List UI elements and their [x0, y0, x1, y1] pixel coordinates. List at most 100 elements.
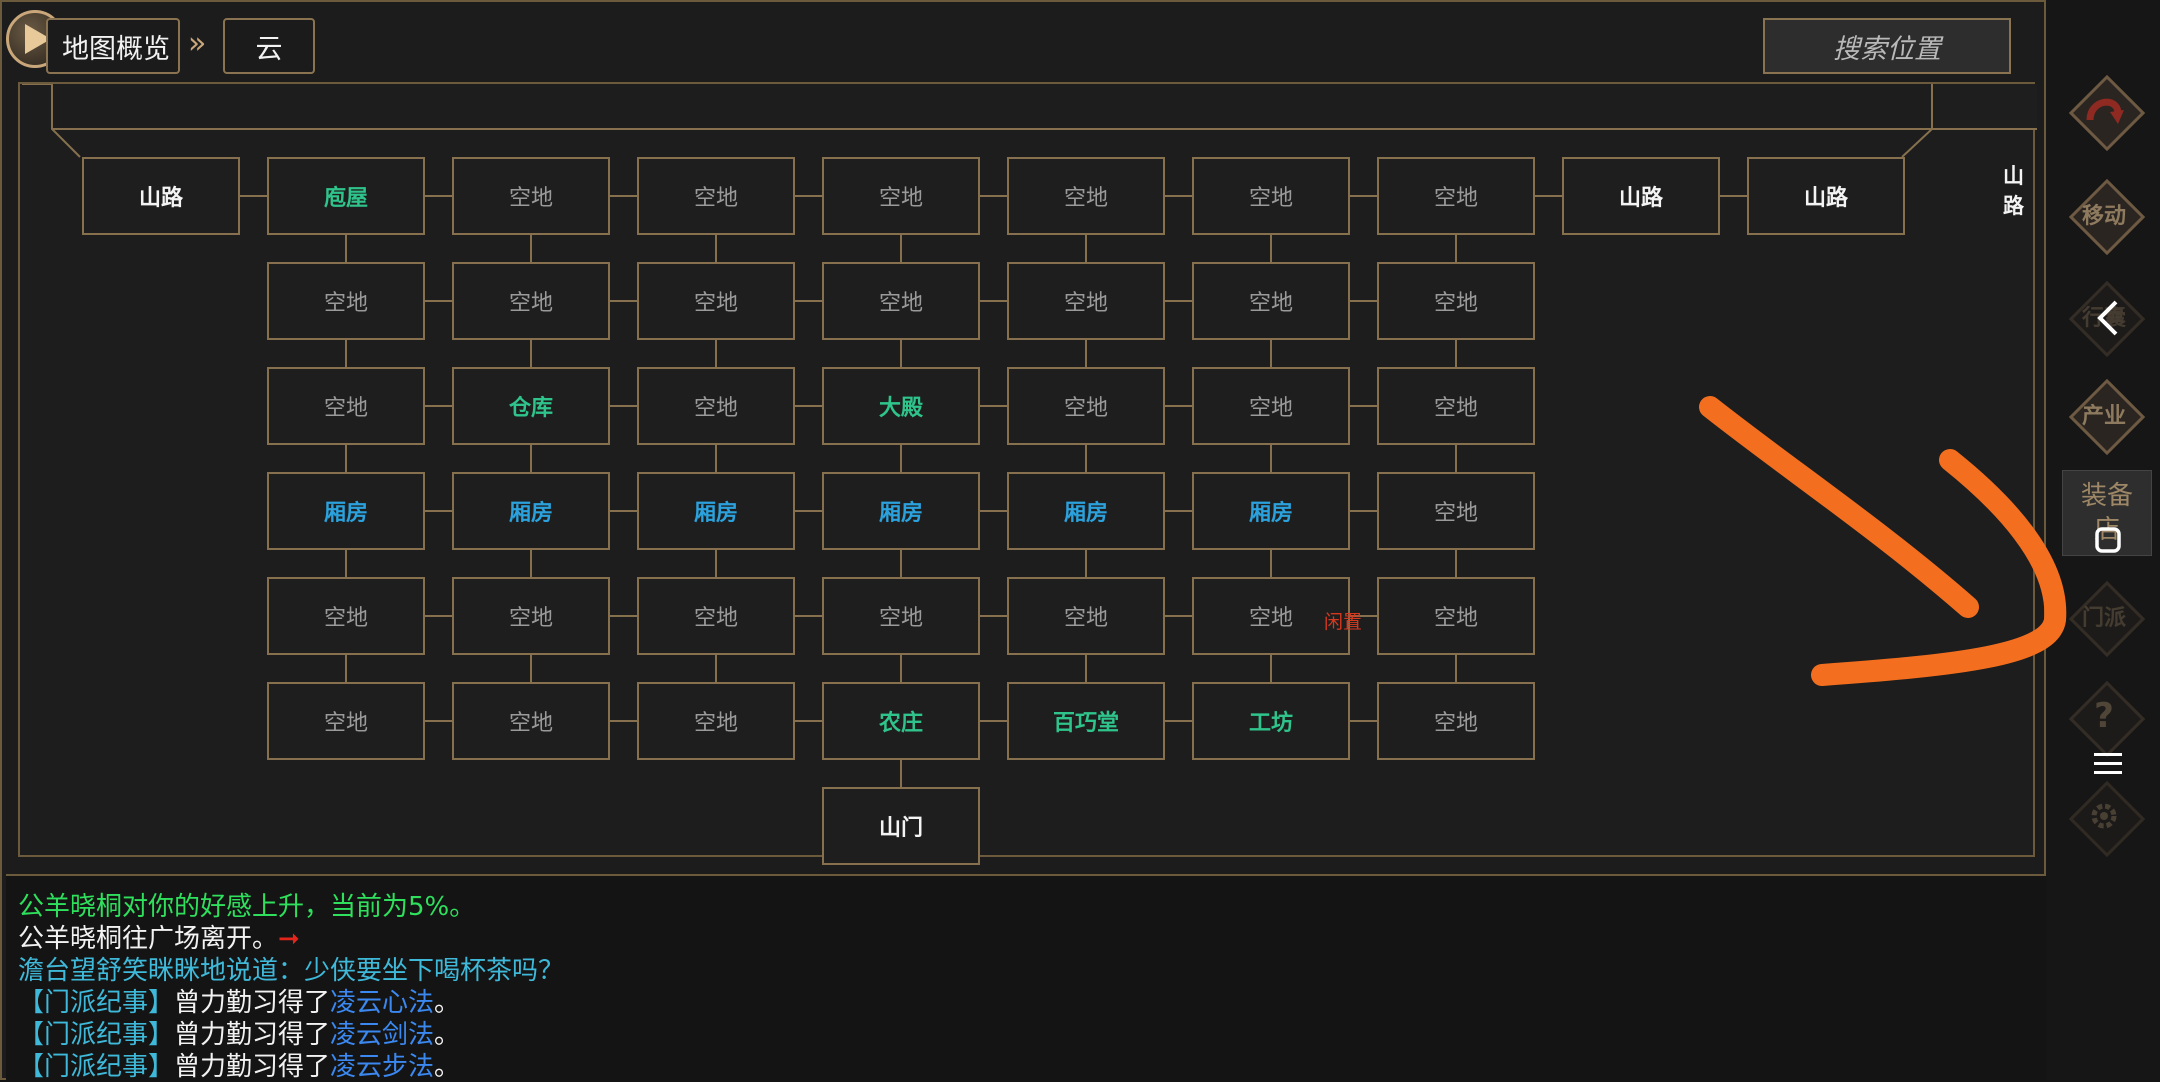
map-cell-empty[interactable]: 空地	[267, 262, 425, 340]
map-cell-label: 厢房	[693, 501, 738, 526]
map-cell-empty[interactable]: 空地	[267, 682, 425, 760]
map-cell-building[interactable]: 农庄	[822, 682, 980, 760]
breadcrumb-separator-icon: »	[188, 26, 207, 61]
search-location-input[interactable]: 搜索位置	[1763, 18, 2011, 74]
return-arrow-icon	[2068, 74, 2140, 146]
breadcrumb-map-overview[interactable]: 地图概览	[46, 18, 180, 74]
log-segment[interactable]: 凌云心法	[330, 988, 434, 1018]
map-cell-label: 空地	[1433, 186, 1478, 211]
map-cell-empty[interactable]: 空地	[1192, 367, 1350, 445]
map-cell-label: 空地	[323, 711, 368, 736]
log-segment: 。	[434, 1020, 461, 1050]
map-cell-empty[interactable]: 空地	[1377, 472, 1535, 550]
move-label: 移动	[2081, 204, 2126, 229]
map-cell-label: 空地	[1248, 291, 1293, 316]
map-cell-building[interactable]: 大殿	[822, 367, 980, 445]
sect-map-panel[interactable]: 山路 山路 庖屋 空地 空地 空地 空地 空地 空地 山路 山路 空地 空地 空地 空地 空地 空地 空地 空地仓…	[18, 82, 2037, 865]
map-cell-label: 农庄	[878, 711, 923, 736]
industry-button[interactable]: 产业	[2068, 378, 2146, 456]
map-cell-empty[interactable]: 空地	[1192, 262, 1350, 340]
map-cell-empty[interactable]: 空地	[637, 682, 795, 760]
map-cell-empty[interactable]: 空地	[1007, 367, 1165, 445]
map-cell-label: 空地	[508, 711, 553, 736]
map-cell-empty[interactable]: 空地	[1377, 577, 1535, 655]
log-line: 【门派纪事】曾力勤习得了凌云步法。	[18, 1051, 460, 1082]
map-cell-label: 山路	[1618, 186, 1663, 211]
equipment-shop-label-line1: 装备	[2080, 481, 2133, 511]
map-cell-empty[interactable]: 空地	[1377, 682, 1535, 760]
map-cell-label: 空地	[1433, 291, 1478, 316]
map-cell-label: 空地	[693, 711, 738, 736]
map-cell-empty[interactable]: 空地	[1377, 262, 1535, 340]
top-road-label: 山路	[2003, 164, 2024, 218]
map-cell-road[interactable]: 山路	[1747, 157, 1905, 235]
map-cell-empty[interactable]: 空地	[637, 157, 795, 235]
map-cell-empty[interactable]: 空地	[822, 262, 980, 340]
map-cell-label: 空地	[323, 396, 368, 421]
map-cell-empty[interactable]: 空地	[822, 577, 980, 655]
log-segment: 。	[434, 1052, 461, 1082]
map-cell-label: 仓库	[508, 396, 553, 421]
map-cell-empty[interactable]: 空地	[1377, 367, 1535, 445]
log-segment[interactable]: 凌云步法	[330, 1052, 434, 1082]
map-cell-gate[interactable]: 山门	[822, 787, 980, 865]
breadcrumb-current-location[interactable]: 云	[223, 18, 315, 74]
map-cell-label: 空地	[878, 186, 923, 211]
map-cell-room[interactable]: 厢房	[1192, 472, 1350, 550]
map-cell-label: 大殿	[878, 396, 923, 421]
map-cell-empty[interactable]: 空地	[822, 157, 980, 235]
map-cell-room[interactable]: 厢房	[1007, 472, 1165, 550]
map-cell-room[interactable]: 厢房	[637, 472, 795, 550]
map-cell-label: 空地	[1248, 396, 1293, 421]
map-cell-empty[interactable]: 空地	[637, 577, 795, 655]
log-line: 公羊晓桐往广场离开。➞	[18, 923, 300, 955]
map-cell-empty[interactable]: 空地	[267, 367, 425, 445]
map-cell-empty[interactable]: 空地	[637, 262, 795, 340]
return-button[interactable]	[2068, 74, 2146, 152]
map-cell-empty[interactable]: 空地	[637, 367, 795, 445]
map-cell-room[interactable]: 厢房	[452, 472, 610, 550]
back-chevron-icon[interactable]	[2086, 296, 2130, 340]
map-cell-label: 空地	[1063, 291, 1108, 316]
map-cell-label: 厢房	[878, 501, 923, 526]
map-cell-empty[interactable]: 空地	[1007, 577, 1165, 655]
map-cell-building[interactable]: 庖屋	[267, 157, 425, 235]
home-square-icon[interactable]	[2086, 518, 2130, 562]
map-cell-empty[interactable]: 空地	[1377, 157, 1535, 235]
map-cell-building[interactable]: 百巧堂	[1007, 682, 1165, 760]
map-cell-road[interactable]: 山路	[82, 157, 240, 235]
map-cell-label: 山路	[138, 186, 183, 211]
map-cell-empty[interactable]: 空地	[452, 157, 610, 235]
map-cell-empty[interactable]: 空地	[452, 577, 610, 655]
map-cell-empty[interactable]: 空地	[267, 577, 425, 655]
map-cell-label: 空地	[693, 606, 738, 631]
sect-label: 门派	[2081, 606, 2126, 631]
settings-button[interactable]	[2068, 780, 2146, 858]
map-cell-empty[interactable]: 空地	[452, 262, 610, 340]
top-road-cell[interactable]	[1931, 84, 2037, 130]
map-cell-building[interactable]: 仓库	[452, 367, 610, 445]
idle-status-label: 闲置	[1324, 611, 1363, 633]
map-cell-label: 空地	[878, 291, 923, 316]
log-segment: 曾力勤习得了	[174, 1020, 331, 1050]
map-cell-label: 空地	[508, 291, 553, 316]
message-log[interactable]: 公羊晓桐对你的好感上升，当前为5%。 公羊晓桐往广场离开。➞ 澹台望舒笑眯眯地说道：…	[6, 874, 2046, 1082]
map-cell-label: 山路	[1803, 186, 1848, 211]
log-segment[interactable]: 凌云剑法	[330, 1020, 434, 1050]
map-cell-label: 厢房	[1063, 501, 1108, 526]
map-cell-empty[interactable]: 空地	[1007, 157, 1165, 235]
map-cell-label: 百巧堂	[1052, 711, 1119, 736]
map-cell-room[interactable]: 厢房	[267, 472, 425, 550]
log-segment: 公羊晓桐对你的好感上升，当前为5%。	[18, 892, 476, 922]
map-cell-building[interactable]: 工坊	[1192, 682, 1350, 760]
industry-label: 产业	[2081, 404, 2126, 429]
map-cell-label: 空地	[1248, 186, 1293, 211]
map-cell-empty[interactable]: 空地	[1007, 262, 1165, 340]
map-cell-empty[interactable]: 空地	[1192, 157, 1350, 235]
map-cell-room[interactable]: 厢房	[822, 472, 980, 550]
map-cell-road[interactable]: 山路	[1562, 157, 1720, 235]
sect-button[interactable]: 门派	[2068, 580, 2146, 658]
log-segment: 曾力勤习得了	[174, 988, 331, 1018]
move-button[interactable]: 移动	[2068, 178, 2146, 256]
map-cell-empty[interactable]: 空地	[452, 682, 610, 760]
